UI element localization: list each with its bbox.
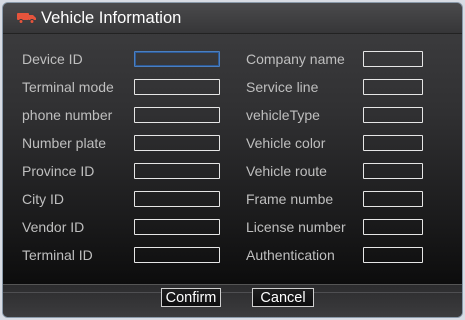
province-id-input[interactable] xyxy=(134,163,220,179)
number-plate-label: Number plate xyxy=(22,135,107,151)
license-number-input[interactable] xyxy=(363,219,423,235)
terminal-mode-input[interactable] xyxy=(134,79,220,95)
service-line-input[interactable] xyxy=(363,79,423,95)
footer-divider xyxy=(3,292,462,293)
vehicle-type-input[interactable] xyxy=(363,107,423,123)
dialog-titlebar: Vehicle Information xyxy=(3,3,462,34)
cancel-button[interactable]: Cancel xyxy=(252,288,314,307)
authentication-input[interactable] xyxy=(363,247,423,263)
frame-number-label: Frame numbe xyxy=(246,191,334,207)
city-id-input[interactable] xyxy=(134,191,220,207)
terminal-mode-label: Terminal mode xyxy=(22,79,114,95)
device-id-label: Device ID xyxy=(22,51,83,67)
city-id-label: City ID xyxy=(22,191,64,207)
terminal-id-input[interactable] xyxy=(134,247,220,263)
vehicle-color-input[interactable] xyxy=(363,135,423,151)
confirm-button[interactable]: Confirm xyxy=(161,288,221,307)
company-name-label: Company name xyxy=(246,51,345,67)
phone-number-label: phone number xyxy=(22,107,113,123)
terminal-id-label: Terminal ID xyxy=(22,247,93,263)
truck-icon xyxy=(17,13,36,24)
device-id-input[interactable] xyxy=(134,51,220,67)
vehicle-route-input[interactable] xyxy=(363,163,423,179)
authentication-label: Authentication xyxy=(246,247,335,263)
province-id-label: Province ID xyxy=(22,163,95,179)
phone-number-input[interactable] xyxy=(134,107,220,123)
vehicle-type-label: vehicleType xyxy=(246,107,320,123)
company-name-input[interactable] xyxy=(363,51,423,67)
service-line-label: Service line xyxy=(246,79,319,95)
dialog-footer xyxy=(3,284,462,317)
dialog-title: Vehicle Information xyxy=(41,9,182,27)
frame-number-input[interactable] xyxy=(363,191,423,207)
number-plate-input[interactable] xyxy=(134,135,220,151)
vehicle-color-label: Vehicle color xyxy=(246,135,326,151)
vendor-id-input[interactable] xyxy=(134,219,220,235)
vehicle-route-label: Vehicle route xyxy=(246,163,327,179)
license-number-label: License number xyxy=(246,219,346,235)
vendor-id-label: Vendor ID xyxy=(22,219,85,235)
vehicle-information-dialog: Vehicle Information Device ID Terminal m… xyxy=(3,3,462,317)
